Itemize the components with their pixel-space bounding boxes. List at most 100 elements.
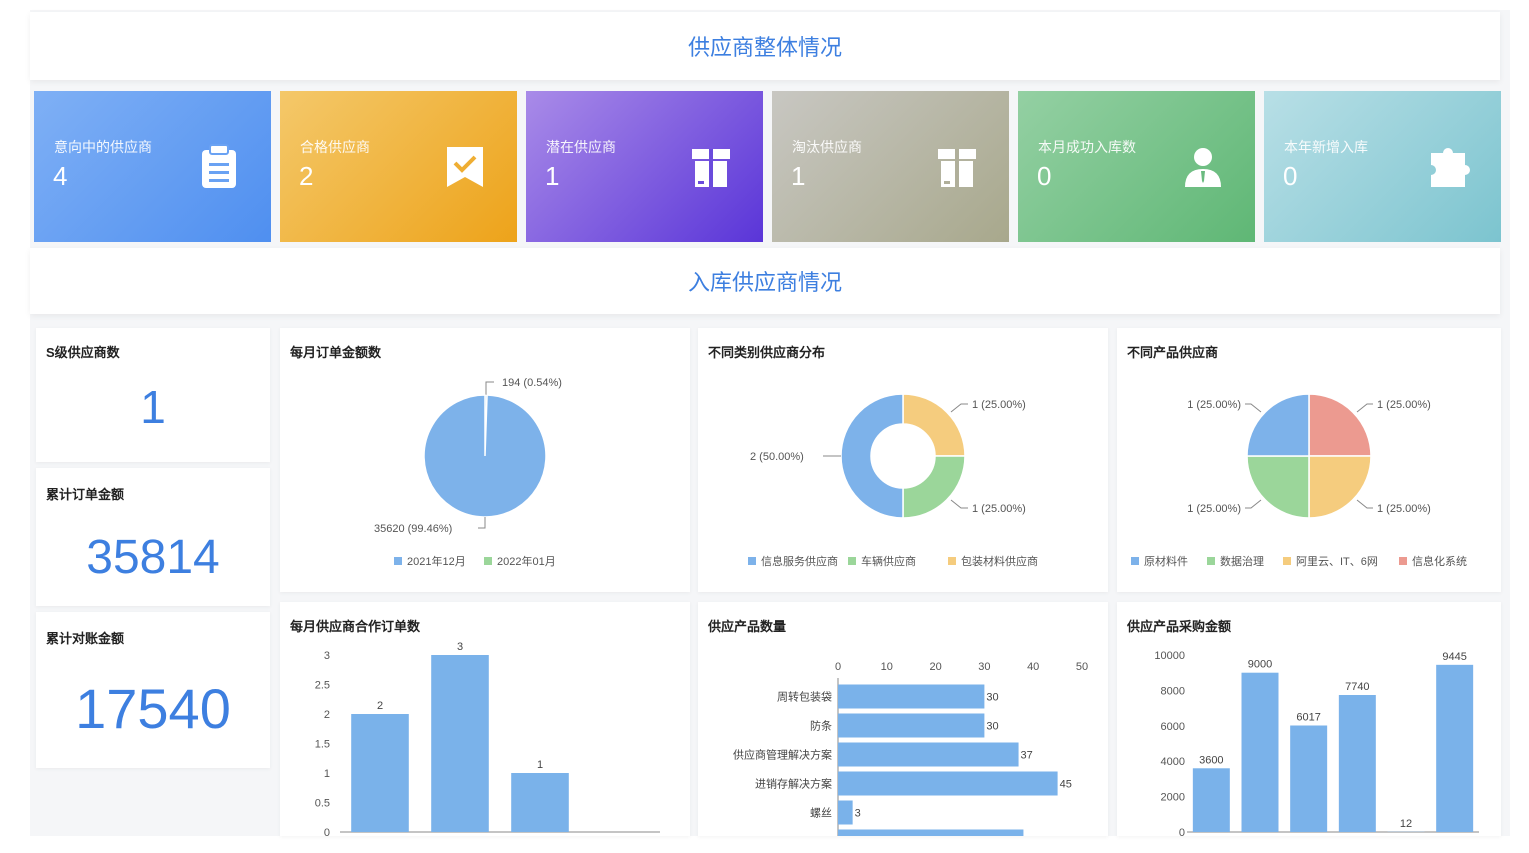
x-tick-label: 0 xyxy=(835,661,841,673)
kpi-value: 1 xyxy=(545,161,560,191)
legend-label: 数据治理 xyxy=(1220,554,1264,568)
overview-section-header: 供应商整体情况 xyxy=(30,12,1500,80)
pie-label-line xyxy=(1245,499,1262,509)
kpi-card-eliminated[interactable]: 淘汰供应商 1 xyxy=(772,91,1009,242)
legend-swatch xyxy=(1399,557,1407,565)
bar-chart-cooperation-orders: 0 0.5 1 1.5 2 2.5 3 2 3 1 xyxy=(315,641,660,836)
bar xyxy=(351,714,409,832)
legend-label: 原材料件 xyxy=(1144,554,1188,568)
bar-value-label: 12 xyxy=(1400,818,1412,830)
hbar-chart-supply-quantity: 0 10 20 30 40 50 周转包装袋 30 防条 30 供应商管理解决方案 37 进销存解决方案… xyxy=(733,661,1088,837)
bar xyxy=(1192,768,1230,832)
bar-value-label: 9000 xyxy=(1248,659,1272,671)
bar xyxy=(1290,725,1328,832)
pie-label-line xyxy=(1356,499,1373,509)
donut-slice xyxy=(902,393,966,457)
pie-label-line xyxy=(485,381,494,395)
y-tick-label: 1.5 xyxy=(315,739,330,751)
stat-value: 1 xyxy=(140,381,166,433)
legend-swatch xyxy=(748,557,756,565)
bar-value-label: 37 xyxy=(1021,750,1033,762)
stat-title: 累计订单金额 xyxy=(46,487,125,502)
y-tick-label: 3 xyxy=(324,650,330,662)
y-tick-label: 2.5 xyxy=(315,680,330,692)
kpi-value: 1 xyxy=(791,161,806,191)
x-tick-label: 50 xyxy=(1076,661,1088,673)
pie-chart-product-suppliers: 1 (25.00%) 1 (25.00%) 1 (25.00%) 1 (25.00%)… xyxy=(1131,393,1467,568)
kpi-card-yearly-new[interactable]: 本年新增入库 0 xyxy=(1264,91,1501,242)
y-tick-label: 周转包装袋 xyxy=(777,690,832,704)
bar-value-label: 45 xyxy=(1060,779,1072,791)
kpi-label: 合格供应商 xyxy=(300,139,370,155)
kpi-value: 2 xyxy=(299,161,314,191)
bar-value-label: 3 xyxy=(457,641,463,653)
donut-label-line xyxy=(950,499,968,509)
bar-value-label: 9445 xyxy=(1442,651,1466,663)
x-tick-label: 40 xyxy=(1027,661,1039,673)
bar xyxy=(511,773,569,832)
kpi-label: 本年新增入库 xyxy=(1284,139,1368,155)
clipboard-icon xyxy=(202,144,236,188)
y-tick-label: 1 xyxy=(324,768,330,780)
y-tick-label: 8000 xyxy=(1161,685,1185,697)
legend-label: 2021年12月 xyxy=(407,554,466,568)
puzzle-icon xyxy=(1431,148,1470,187)
bar xyxy=(838,684,985,709)
pie-label-line xyxy=(478,517,486,529)
stat-title: 累计对账金额 xyxy=(46,631,125,646)
pie-slice xyxy=(423,394,547,518)
pie-slice-label: 1 (25.00%) xyxy=(1187,399,1241,411)
bar xyxy=(1241,672,1279,832)
y-tick-label: 防条 xyxy=(810,719,832,733)
stat-card-order-amount: 累计订单金额 35814 xyxy=(36,468,270,606)
bar-value-label: 3600 xyxy=(1199,754,1223,766)
y-tick-label: 0 xyxy=(324,827,330,836)
y-tick-label: 2000 xyxy=(1161,792,1185,804)
bar-value-label: 1 xyxy=(537,759,543,771)
pie-slice-label: 35620 (99.46%) xyxy=(374,523,452,535)
bar xyxy=(838,829,1024,836)
kpi-card-qualified[interactable]: 合格供应商 2 xyxy=(280,91,517,242)
kpi-label: 淘汰供应商 xyxy=(792,139,862,155)
donut-label-line xyxy=(950,403,968,413)
chart-panel-monthly-order-amount: 每月订单金额数 194 (0.54%) 35620 (99.46%) 2021年12… xyxy=(280,328,690,592)
kpi-card-monthly-success[interactable]: 本月成功入库数 0 xyxy=(1018,91,1255,242)
bar-value-label: 7740 xyxy=(1345,681,1369,693)
stat-card-s-level: S级供应商数 1 xyxy=(36,328,270,462)
legend-swatch xyxy=(1283,557,1291,565)
pie-slice xyxy=(1246,393,1310,457)
donut-chart-category-distribution: 1 (25.00%) 1 (25.00%) 2 (50.00%) 信息服务供应商 车辆供… xyxy=(748,393,1038,568)
bar-value-label: 3 xyxy=(855,808,861,820)
legend-label: 2022年01月 xyxy=(497,554,556,568)
check-badge-icon xyxy=(447,147,483,187)
pie-slice xyxy=(1308,455,1372,519)
pie-chart-monthly-order-amount: 194 (0.54%) 35620 (99.46%) 2021年12月 2022年01… xyxy=(374,377,562,568)
bar-value-label: 6017 xyxy=(1296,711,1320,723)
donut-slice xyxy=(840,393,904,519)
bar-chart-supply-amount: 0 2000 4000 6000 8000 10000 3600 9000 6017 7740 12… xyxy=(1154,650,1479,836)
bar xyxy=(838,800,853,825)
kpi-card-intended[interactable]: 意向中的供应商 4 xyxy=(34,91,271,242)
kpi-card-potential[interactable]: 潜在供应商 1 xyxy=(526,91,763,242)
donut-slice xyxy=(902,455,966,519)
chart-panel-monthly-cooperation-orders: 每月供应商合作订单数 0 0.5 1 1.5 2 2.5 3 2 3 1 xyxy=(280,602,690,836)
y-tick-label: 4000 xyxy=(1161,756,1185,768)
chart-panel-supply-product-amount: 供应产品采购金额 0 2000 4000 6000 8000 10000 3600 9000 6… xyxy=(1117,602,1501,836)
y-tick-label: 螺丝 xyxy=(810,807,832,820)
y-tick-label: 10000 xyxy=(1154,650,1185,662)
user-icon xyxy=(1185,148,1221,187)
stat-value: 17540 xyxy=(75,677,231,740)
x-tick-label: 20 xyxy=(929,661,941,673)
bar-value-label: 30 xyxy=(986,692,998,704)
legend-swatch xyxy=(484,557,492,565)
legend-swatch xyxy=(948,557,956,565)
bar xyxy=(838,742,1019,767)
warehouse-section-header: 入库供应商情况 xyxy=(30,248,1500,314)
donut-slice-label: 1 (25.00%) xyxy=(972,503,1026,515)
bar xyxy=(1436,664,1474,832)
kpi-label: 本月成功入库数 xyxy=(1038,139,1136,155)
y-tick-label: 钉子 xyxy=(810,836,832,837)
legend-swatch xyxy=(1207,557,1215,565)
bar xyxy=(838,713,985,738)
kpi-value: 0 xyxy=(1037,161,1052,191)
